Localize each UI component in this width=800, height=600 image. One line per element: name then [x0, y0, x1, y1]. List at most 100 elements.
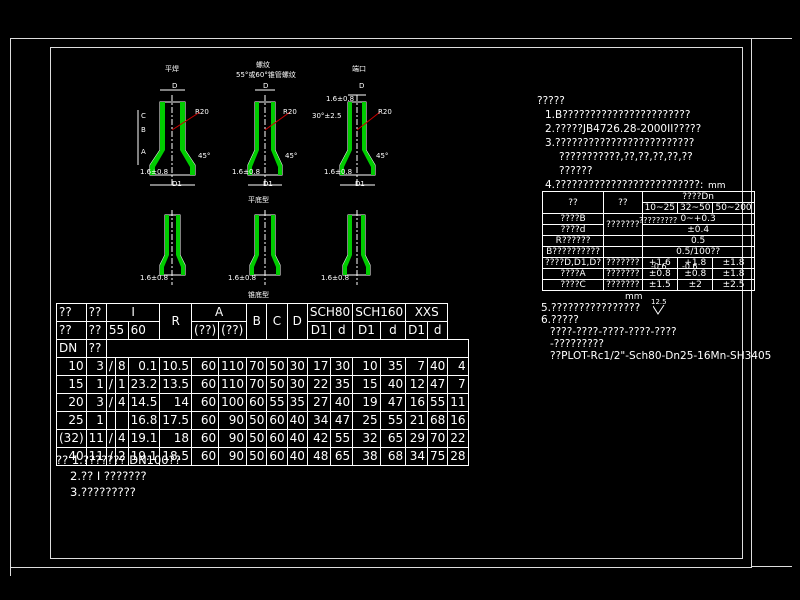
table-cell: 29 — [405, 429, 429, 448]
tolerance-row: ????A ??????? ±0.8 ±0.8 ±1.8 — [541, 268, 755, 280]
table-header-cell: R — [159, 303, 193, 340]
table-cell: 50 — [266, 375, 288, 394]
view-subtitle-threaded: 55°或60°锥管螺纹 — [236, 71, 296, 79]
tolerance-cell: ??????? — [603, 279, 643, 291]
cad-drawing-canvas — [137, 89, 381, 285]
tolerance-row: ????d ±0.4 — [541, 224, 755, 236]
table-header-spacer — [105, 339, 469, 358]
table-cell: / — [105, 375, 116, 394]
mark-line: -????????? — [550, 338, 604, 350]
tolerance-cell: 0.5 — [641, 235, 755, 247]
table-cell: 7 — [447, 375, 469, 394]
table-cell: 22 — [306, 375, 332, 394]
table-header-cell: A — [191, 303, 248, 322]
table-header-cell: SCH80 — [306, 303, 354, 322]
tolerance-row: ????C ??????? ±1.5 ±2 ±2.5 — [541, 279, 755, 291]
table-cell: 40 — [286, 429, 308, 448]
table-cell: 55 — [330, 429, 354, 448]
view-title-flat-bottom: 平底型 — [248, 196, 269, 204]
table-header-cell: SCH160 — [352, 303, 407, 322]
table-cell: 8 — [114, 357, 129, 376]
table-cell: 11 — [85, 429, 107, 448]
dim-label-1-6: 1.6±0.8 — [228, 274, 257, 282]
table-cell: 60 — [246, 393, 268, 412]
table-cell: 60 — [191, 375, 220, 394]
table-cell: 27 — [306, 393, 332, 412]
tolerance-header-cell: 50~200 — [712, 202, 755, 214]
dim-label-c: C — [141, 112, 146, 120]
table-cell: 1 — [85, 411, 107, 430]
table-cell: 50 — [246, 429, 268, 448]
note-line: ?? 1.??????? DN100?? — [56, 453, 181, 467]
table-cell: 21 — [405, 411, 429, 430]
table-cell: 75 — [427, 447, 449, 466]
table-cell: 19 — [352, 393, 381, 412]
table-header-cell: ?? — [56, 321, 87, 340]
req-title: ????? — [537, 95, 565, 107]
tolerance-cell: ±1.5 — [641, 279, 679, 291]
tolerance-cell: ±1.8 — [712, 257, 755, 269]
table-cell: 40 — [330, 393, 354, 412]
table-cell: 10.5 — [159, 357, 193, 376]
tolerance-cell: ??????? — [603, 213, 643, 236]
table-cell: 4 — [114, 393, 129, 412]
table-cell: 40 — [286, 411, 308, 430]
table-row: 10 3/8 0.1 10.5 60 110 70 50 30 17 30 10 35 7 40 4 — [56, 357, 469, 376]
table-cell: 68 — [379, 447, 407, 466]
table-header-cell: D1 — [352, 321, 381, 340]
req-line: ???????????,??,??,??,??,?? — [559, 151, 693, 163]
table-cell: 40 — [427, 357, 449, 376]
table-cell: 60 — [266, 411, 288, 430]
table-cell: 14 — [159, 393, 193, 412]
tolerance-table: ?? ?? ????Dn 10~25 32~50 50~200 ????B ??… — [541, 191, 755, 291]
table-cell: 68 — [427, 411, 449, 430]
mark-line: 6.????? — [541, 314, 579, 326]
table-cell: 35 — [286, 393, 308, 412]
table-cell: 60 — [191, 411, 220, 430]
table-cell: / — [105, 357, 116, 376]
notes-left: ?? 1.??????? DN100?? 2.?? I ??????? 3.??… — [56, 452, 181, 500]
table-header-cell: 55 — [105, 321, 129, 340]
table-cell: 60 — [191, 357, 220, 376]
table-header-cell: B — [246, 303, 268, 340]
table-header-cell: d — [379, 321, 407, 340]
table-cell: 40 — [379, 375, 407, 394]
table-header-cell: d — [330, 321, 354, 340]
table-cell: / — [105, 393, 116, 412]
table-cell: 15 — [56, 375, 87, 394]
table-cell: 55 — [427, 393, 449, 412]
dimension-table: ?? ?? I R A B C D SCH80 SCH160 XXS ?? ??… — [56, 303, 469, 466]
table-cell: 60 — [191, 393, 220, 412]
table-cell: 70 — [427, 429, 449, 448]
tolerance-cell: ±2.5 — [712, 279, 755, 291]
table-subtitle: ????????? — [639, 216, 678, 225]
table-cell — [105, 411, 116, 430]
table-cell: 55 — [379, 411, 407, 430]
table-cell: / — [105, 429, 116, 448]
dim-label-d: D — [359, 82, 365, 90]
req-line: 2.?????JB4726.28-2000II????? — [545, 123, 702, 135]
table-cell: 1 — [85, 375, 107, 394]
table-cell: 48 — [306, 447, 332, 466]
table-cell: 47 — [330, 411, 354, 430]
note-line: 2.?? I ??????? — [70, 469, 147, 483]
dim-label-r20: R20 — [195, 108, 209, 116]
dim-label-45: 45° — [285, 152, 298, 160]
table-cell — [114, 411, 129, 430]
table-cell: 16 — [447, 411, 469, 430]
table-row: 25 1 16.8 17.5 60 90 50 60 40 34 47 25 55 21 68 16 — [56, 411, 469, 430]
table-cell: 14.5 — [127, 393, 161, 412]
table-header-cell: ?? — [85, 339, 107, 358]
table-header-cell: C — [266, 303, 288, 340]
table-cell: 100 — [218, 393, 248, 412]
table-cell: 65 — [379, 429, 407, 448]
table-cell: 90 — [218, 429, 248, 448]
table-cell: 1 — [114, 375, 129, 394]
table-cell: 17 — [306, 357, 332, 376]
table-cell: 50 — [266, 357, 288, 376]
table-cell: 3 — [85, 393, 107, 412]
tolerance-header-cell: ????Dn — [641, 191, 755, 203]
dim-label-1-6: 1.6±0.8 — [232, 168, 261, 176]
tolerance-header-cell: ?? — [603, 191, 643, 214]
tolerance-cell: R?????? — [541, 235, 605, 247]
